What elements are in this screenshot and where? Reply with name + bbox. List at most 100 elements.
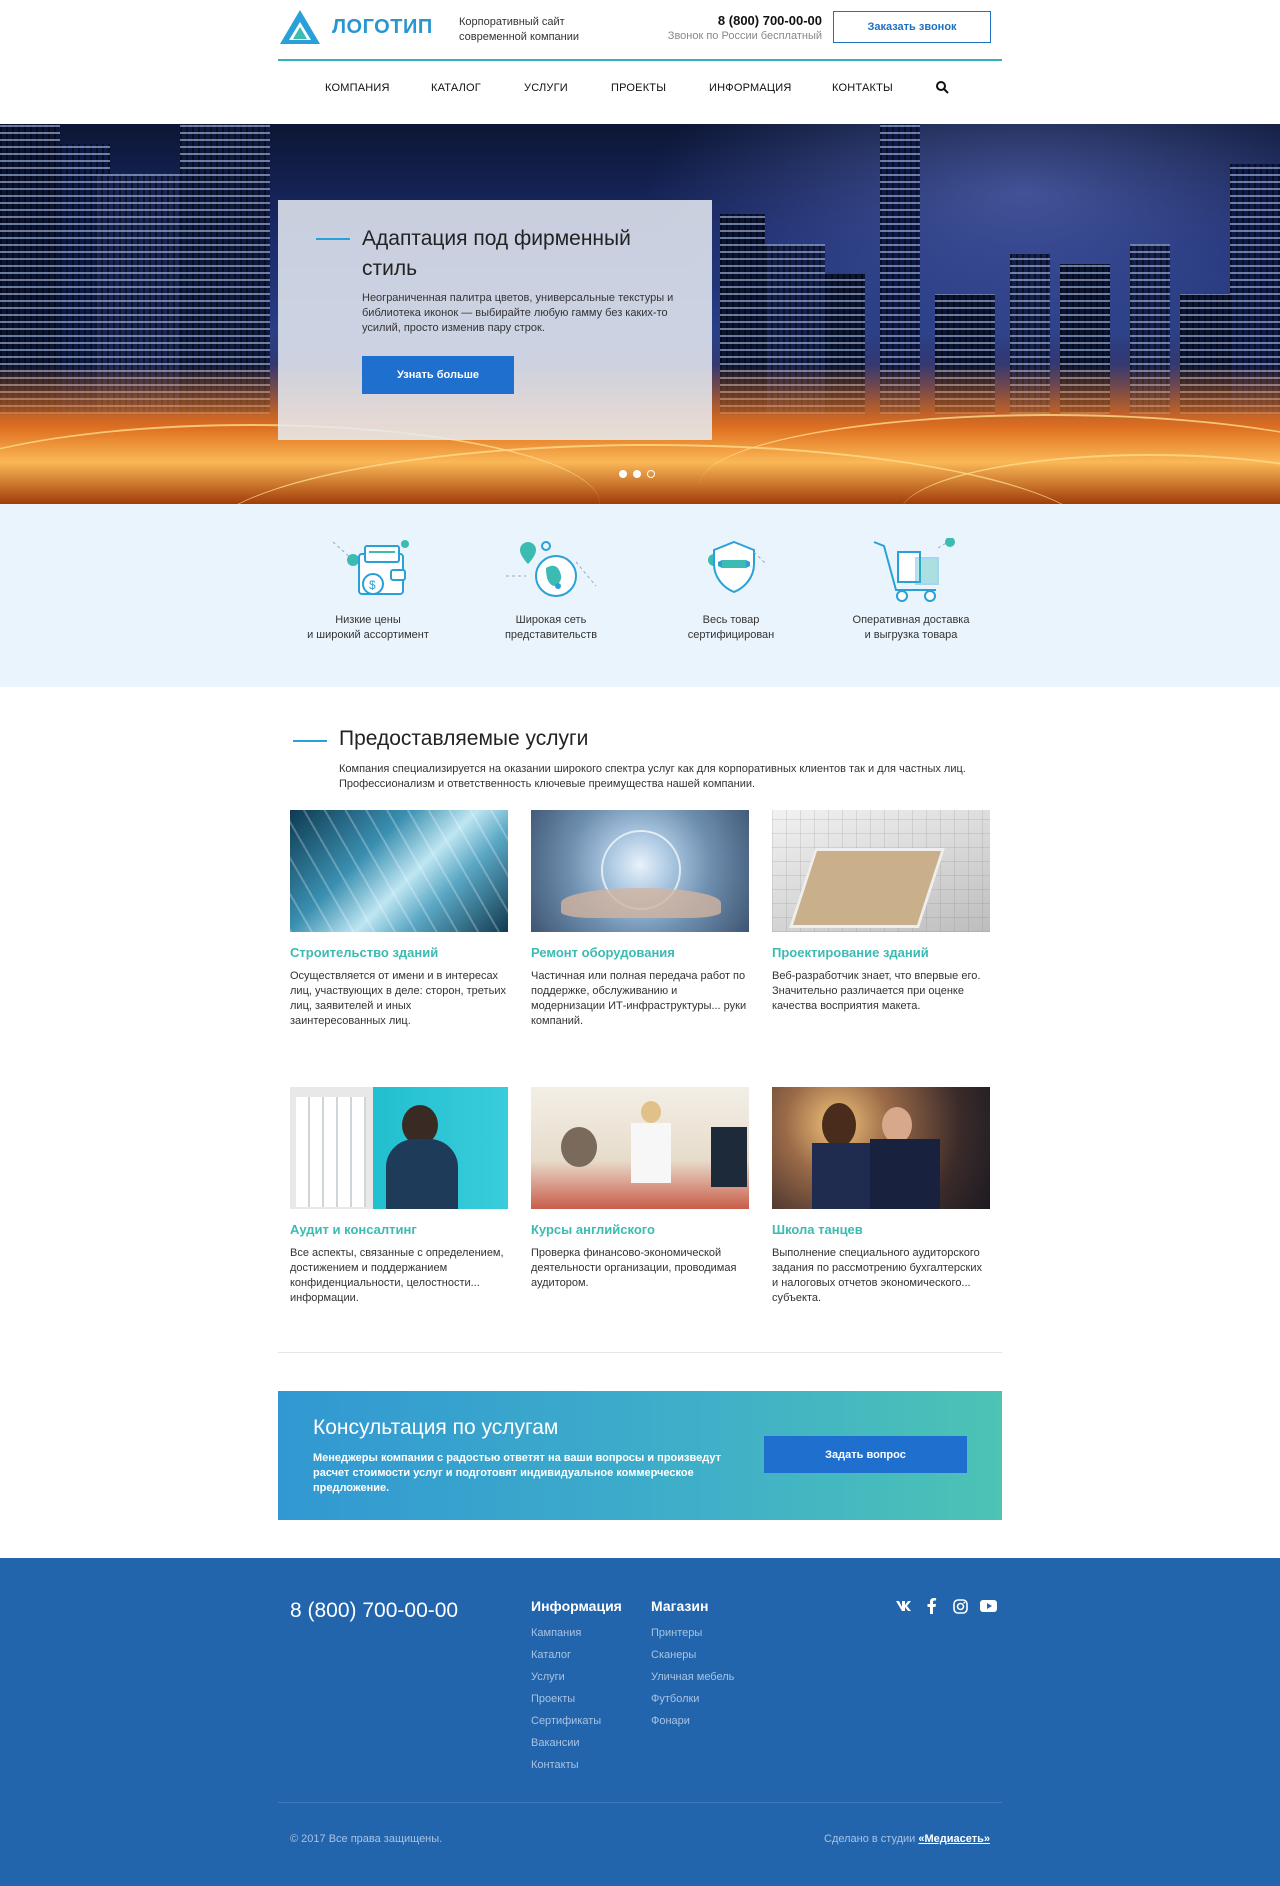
section-divider — [278, 1352, 1002, 1353]
service-card: Строительство зданий Осуществляется от и… — [290, 810, 508, 1029]
shield-icon — [708, 540, 767, 594]
footer-info-title: Информация — [531, 1598, 622, 1614]
copyright: © 2017 Все права защищены. — [290, 1833, 443, 1845]
feature-label: Весь товар сертифицирован — [687, 614, 775, 641]
service-card: Ремонт оборудования Частичная или полная… — [531, 810, 749, 1029]
feature-item: Широкая сеть представительств — [481, 538, 621, 643]
nav-item-company[interactable]: КОМПАНИЯ — [325, 82, 390, 94]
feature-label: Широкая сеть представительств — [504, 614, 598, 641]
youtube-icon[interactable] — [979, 1598, 997, 1614]
service-title[interactable]: Аудит и консалтинг — [290, 1222, 508, 1237]
service-image-design[interactable] — [772, 810, 990, 932]
wallet-icon: $ — [332, 540, 409, 595]
slider-dot-1[interactable] — [619, 470, 627, 478]
studio-credit: Сделано в студии «Медиасеть» — [824, 1833, 990, 1845]
logo[interactable]: ЛОГОТИП — [280, 10, 433, 44]
service-image-audit[interactable] — [290, 1087, 508, 1209]
service-title[interactable]: Ремонт оборудования — [531, 945, 749, 960]
footer-link-lanterns[interactable]: Фонари — [651, 1715, 734, 1727]
ask-question-button[interactable]: Задать вопрос — [764, 1436, 967, 1473]
social-links — [895, 1598, 997, 1614]
facebook-icon[interactable] — [923, 1598, 941, 1614]
footer-link-certificates[interactable]: Сертификаты — [531, 1715, 622, 1727]
header-phone[interactable]: 8 (800) 700-00-00 — [668, 13, 822, 28]
services-intro: Компания специализируется на оказании ши… — [339, 763, 966, 790]
footer-link-company[interactable]: Кампания — [531, 1627, 622, 1639]
feature-item: Оперативная доставка и выгрузка товара — [841, 538, 981, 643]
footer-phone[interactable]: 8 (800) 700-00-00 — [290, 1599, 458, 1623]
nav-item-services[interactable]: УСЛУГИ — [524, 82, 568, 94]
consultation-banner: Консультация по услугам Менеджеры компан… — [278, 1391, 1002, 1520]
footer-link-contacts[interactable]: Контакты — [531, 1759, 622, 1771]
slider-dot-2[interactable] — [633, 470, 641, 478]
service-title[interactable]: Проектирование зданий — [772, 945, 990, 960]
slider-dots — [619, 470, 655, 478]
cart-icon — [873, 538, 955, 602]
header-phone-note: Звонок по России бесплатный — [667, 30, 822, 42]
services-title: Предоставляемые услуги — [339, 727, 589, 750]
service-text: Веб-разработчик знает, что впервые его. … — [772, 970, 981, 1012]
service-title[interactable]: Школа танцев — [772, 1222, 990, 1237]
logo-icon — [280, 10, 320, 44]
footer-link-projects[interactable]: Проекты — [531, 1693, 622, 1705]
footer-shop-column: Магазин Принтеры Сканеры Уличная мебель … — [651, 1598, 734, 1737]
main-nav: КОМПАНИЯ КАТАЛОГ УСЛУГИ ПРОЕКТЫ ИНФОРМАЦ… — [278, 78, 1002, 100]
studio-link[interactable]: «Медиасеть» — [918, 1833, 990, 1845]
learn-more-button[interactable]: Узнать больше — [362, 356, 514, 394]
hero-accent-line — [316, 238, 350, 240]
footer-link-vacancies[interactable]: Вакансии — [531, 1737, 622, 1749]
hero-caption-panel: Адаптация под фирменный стиль Неограниче… — [278, 200, 712, 440]
footer-link-tshirts[interactable]: Футболки — [651, 1693, 734, 1705]
nav-item-info[interactable]: ИНФОРМАЦИЯ — [709, 82, 791, 94]
footer-link-catalog[interactable]: Каталог — [531, 1649, 622, 1661]
nav-item-contacts[interactable]: КОНТАКТЫ — [832, 82, 893, 94]
callback-button[interactable]: Заказать звонок — [833, 11, 991, 43]
instagram-icon[interactable] — [951, 1598, 969, 1614]
studio-credit-label: Сделано в студии — [824, 1833, 916, 1845]
footer-info-column: Информация Кампания Каталог Услуги Проек… — [531, 1598, 622, 1781]
service-text: Проверка финансово-экономической деятель… — [531, 1247, 737, 1289]
logo-text: ЛОГОТИП — [332, 15, 433, 38]
feature-item: Весь товар сертифицирован — [661, 538, 801, 643]
hero-title: Адаптация под фирменный стиль — [362, 227, 631, 280]
footer-shop-title: Магазин — [651, 1598, 709, 1614]
footer-divider — [278, 1802, 1002, 1803]
service-text: Выполнение специального аудиторского зад… — [772, 1247, 983, 1304]
service-card: Аудит и консалтинг Все аспекты, связанны… — [290, 1087, 508, 1306]
footer-link-services[interactable]: Услуги — [531, 1671, 622, 1683]
header-phone-block: 8 (800) 700-00-00 Звонок по России беспл… — [668, 13, 822, 42]
service-image-english[interactable] — [531, 1087, 749, 1209]
service-image-repair[interactable] — [531, 810, 749, 932]
nav-item-projects[interactable]: ПРОЕКТЫ — [611, 82, 666, 94]
hero-slider: Адаптация под фирменный стиль Неограниче… — [0, 124, 1280, 504]
footer-link-scanners[interactable]: Сканеры — [651, 1649, 734, 1661]
feature-label: Низкие цены и широкий ассортимент — [307, 614, 429, 641]
vk-icon[interactable] — [895, 1598, 913, 1614]
svg-text:$: $ — [369, 578, 376, 592]
slider-dot-3[interactable] — [647, 470, 655, 478]
service-card: Проектирование зданий Веб-разработчик зн… — [772, 810, 990, 1014]
footer-link-printers[interactable]: Принтеры — [651, 1627, 734, 1639]
site-footer: 8 (800) 700-00-00 Информация Кампания Ка… — [0, 1558, 1280, 1886]
service-image-dance[interactable] — [772, 1087, 990, 1209]
consultation-text: Менеджеры компании с радостью ответят на… — [313, 1452, 721, 1494]
service-title[interactable]: Строительство зданий — [290, 945, 508, 960]
service-text: Осуществляется от имени и в интересах ли… — [290, 970, 506, 1027]
service-card: Школа танцев Выполнение специального ауд… — [772, 1087, 990, 1306]
hero-text: Неограниченная палитра цветов, универсал… — [362, 292, 674, 334]
header-divider — [278, 59, 1002, 61]
nav-item-catalog[interactable]: КАТАЛОГ — [431, 82, 481, 94]
service-text: Частичная или полная передача работ по п… — [531, 970, 747, 1027]
service-card: Курсы английского Проверка финансово-эко… — [531, 1087, 749, 1291]
service-title[interactable]: Курсы английского — [531, 1222, 749, 1237]
service-image-construction[interactable] — [290, 810, 508, 932]
features-strip: $ Низкие цены и широкий ассортимент Широ… — [0, 504, 1280, 687]
footer-link-furniture[interactable]: Уличная мебель — [651, 1671, 734, 1683]
site-header: ЛОГОТИП Корпоративный сайт современной к… — [278, 0, 1002, 60]
globe-icon — [506, 541, 597, 597]
site-tagline: Корпоративный сайт современной компании — [459, 16, 580, 43]
feature-label: Оперативная доставка и выгрузка товара — [852, 614, 970, 641]
services-accent-line — [293, 740, 327, 742]
feature-item: $ Низкие цены и широкий ассортимент — [298, 538, 438, 643]
search-icon[interactable] — [935, 80, 949, 94]
